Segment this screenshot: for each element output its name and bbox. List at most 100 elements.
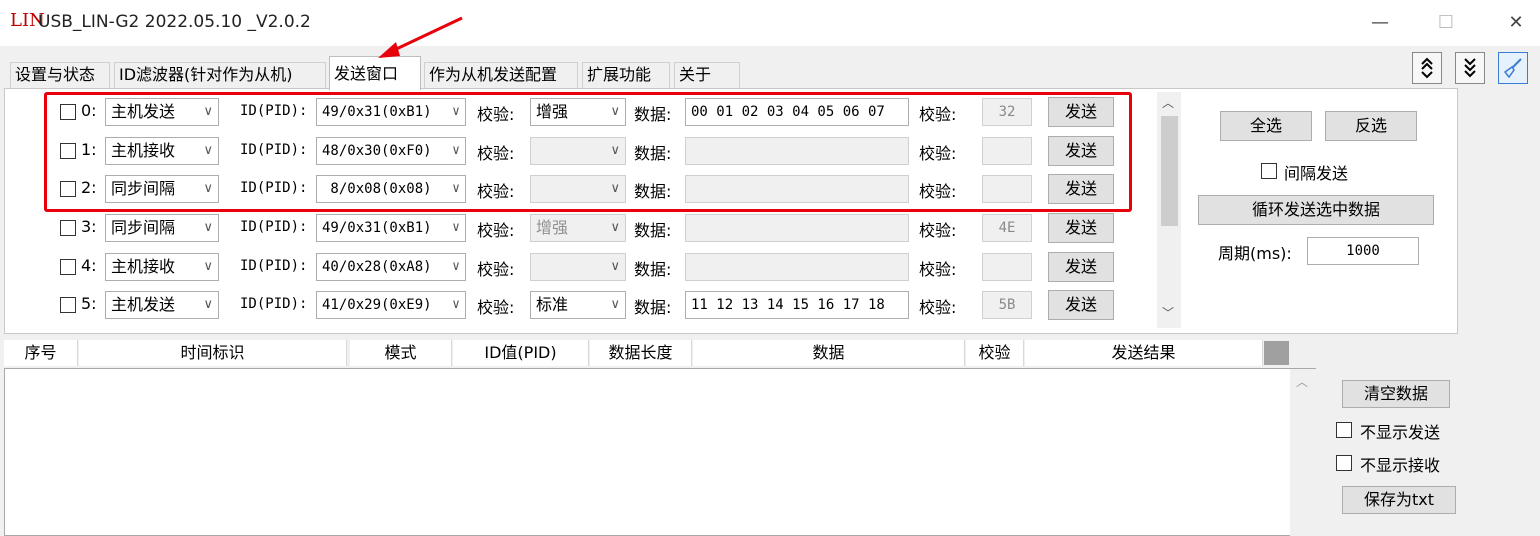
chevron-down-icon: ∨ [203,259,213,274]
check-type-select[interactable]: ∨ [530,253,626,281]
select-all-button[interactable]: 全选 [1220,111,1312,141]
interval-send-label: 间隔发送 [1284,164,1349,183]
mode-value: 同步间隔 [111,218,176,237]
check-type-select[interactable]: 增强 ∨ [530,214,626,242]
send-button[interactable]: 发送 [1048,290,1114,320]
mode-select[interactable]: 同步间隔 ∨ [105,214,219,242]
id-label: ID(PID): [240,258,308,274]
clean-icon [1503,58,1522,79]
scroll-down-icon[interactable]: ﹀ [1162,304,1174,321]
mode-value: 主机发送 [111,295,176,314]
check-type-select[interactable]: 标准 ∨ [530,291,626,319]
mode-value: 主机接收 [111,257,176,276]
hide-recv-label: 不显示接收 [1360,456,1441,475]
chevron-down-icon: ∨ [203,297,213,312]
send-button[interactable]: 发送 [1048,213,1114,243]
minimize-button[interactable]: — [1360,8,1400,38]
id-value: 40/0x28(0xA8) [322,259,432,275]
checksum-label: 校验: [919,221,957,240]
id-select[interactable]: 49/0x31(0xB1) ∨ [316,214,466,242]
expand-icon [1464,58,1476,78]
chevron-down-icon: ∨ [452,259,460,274]
chevron-down-icon: ∨ [203,220,213,235]
header-corner [1264,341,1289,365]
data-input[interactable]: 11 12 13 14 15 16 17 18 [685,291,909,319]
id-select[interactable]: 40/0x28(0xA8) ∨ [316,253,466,281]
id-value: 49/0x31(0xB1) [322,220,432,236]
annotation-arrow-icon [378,16,463,58]
collapse-button[interactable] [1412,52,1442,84]
clean-button[interactable] [1498,52,1528,84]
data-input[interactable] [685,214,909,242]
data-label: 数据: [634,298,672,317]
id-label: ID(PID): [240,219,308,235]
id-label: ID(PID): [240,296,308,312]
check-type-label: 校验: [477,260,515,279]
scroll-up-icon[interactable]: ︿ [1162,94,1174,111]
invert-selection-button[interactable]: 反选 [1325,111,1417,141]
hide-recv-checkbox[interactable] [1336,455,1352,471]
chevron-down-icon: ∨ [610,297,620,312]
chevron-down-icon: ∨ [452,297,460,312]
period-label: 周期(ms): [1218,244,1292,263]
maximize-button[interactable]: ☐ [1426,8,1466,38]
row-select-checkbox[interactable] [60,297,76,313]
tab-about[interactable]: 关于 [674,62,740,88]
hide-send-label: 不显示发送 [1360,423,1441,442]
row-index: 5: [81,294,97,313]
checksum-value: 4E [982,214,1032,242]
id-select[interactable]: 41/0x29(0xE9) ∨ [316,291,466,319]
col-index-header[interactable]: 序号 [4,340,78,366]
close-button[interactable]: ✕ [1496,8,1536,38]
col-data-length-header[interactable]: 数据长度 [590,340,692,366]
send-button[interactable]: 发送 [1048,252,1114,282]
mode-select[interactable]: 主机发送 ∨ [105,291,219,319]
chevron-down-icon: ∨ [452,220,460,235]
col-data-header[interactable]: 数据 [693,340,965,366]
log-scrollbar[interactable]: ︿ [1290,369,1316,536]
interval-send-checkbox[interactable] [1261,163,1277,179]
row-index: 4: [81,256,97,275]
title-bar: LIN USB_LIN-G2 2022.05.10 _V2.0.2 — ☐ ✕ [0,0,1540,46]
row-select-checkbox[interactable] [60,220,76,236]
tab-settings-status[interactable]: 设置与状态 [10,62,110,88]
data-label: 数据: [634,221,672,240]
col-timestamp-header[interactable]: 时间标识 [79,340,347,366]
data-input[interactable] [685,253,909,281]
period-input[interactable]: 1000 [1307,237,1419,265]
log-table-body[interactable] [4,368,1316,536]
clear-data-button[interactable]: 清空数据 [1342,380,1450,408]
checksum-value: 5B [982,291,1032,319]
row-select-checkbox[interactable] [60,259,76,275]
check-type-label: 校验: [477,298,515,317]
mode-select[interactable]: 主机接收 ∨ [105,253,219,281]
tab-slave-send-config[interactable]: 作为从机发送配置 [424,62,578,88]
log-scroll-up-icon[interactable]: ︿ [1296,373,1308,390]
highlight-box [44,92,1132,212]
tab-extensions[interactable]: 扩展功能 [582,62,670,88]
check-type-value: 增强 [536,218,569,237]
tab-id-filter[interactable]: ID滤波器(针对作为从机) [114,62,326,88]
loop-send-button[interactable]: 循环发送选中数据 [1198,195,1434,225]
chevron-down-icon: ∨ [610,259,620,274]
scroll-thumb[interactable] [1161,116,1178,226]
window-title: USB_LIN-G2 2022.05.10 _V2.0.2 [38,12,311,32]
check-type-label: 校验: [477,221,515,240]
checksum-value [982,253,1032,281]
col-checksum-header[interactable]: 校验 [966,340,1024,366]
save-txt-button[interactable]: 保存为txt [1342,486,1456,514]
col-id-header[interactable]: ID值(PID) [453,340,589,366]
col-send-result-header[interactable]: 发送结果 [1025,340,1263,366]
id-value: 41/0x29(0xE9) [322,297,432,313]
rows-scrollbar[interactable]: ︿ ﹀ [1157,92,1181,328]
check-type-value: 标准 [536,295,569,314]
hide-send-checkbox[interactable] [1336,422,1352,438]
chevron-down-icon: ∨ [610,220,620,235]
row-index: 3: [81,217,97,236]
data-label: 数据: [634,260,672,279]
collapse-icon [1421,57,1433,79]
col-mode-header[interactable]: 模式 [350,340,452,366]
expand-button[interactable] [1455,52,1485,84]
checksum-label: 校验: [919,298,957,317]
checksum-label: 校验: [919,260,957,279]
